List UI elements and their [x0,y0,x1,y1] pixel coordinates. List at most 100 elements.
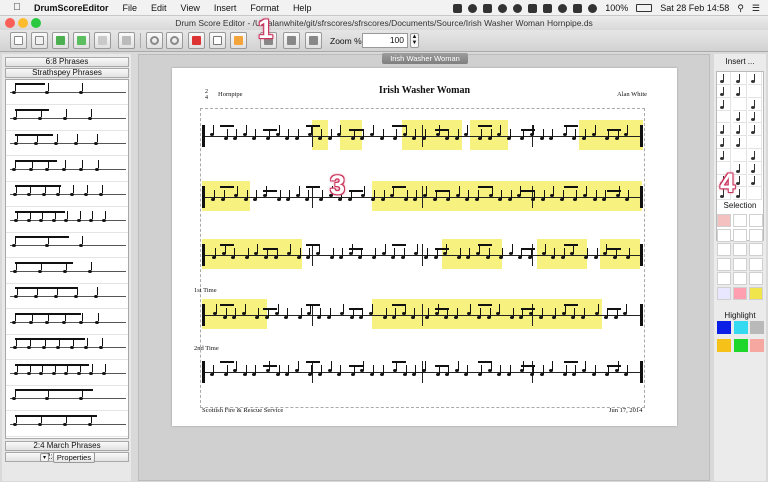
insert-note-icon[interactable] [748,110,762,124]
insert-note-icon[interactable] [717,123,731,137]
menu-insert[interactable]: Insert [214,3,237,13]
undo-button[interactable] [146,32,163,49]
selection-tool-icon[interactable] [717,272,731,285]
selection-tool-icon[interactable] [749,257,763,271]
tray-icon[interactable] [483,3,493,13]
phrase-item[interactable] [6,310,128,335]
sync-icon[interactable] [513,3,523,13]
highlight-region[interactable] [402,120,462,150]
phrase-item[interactable] [6,131,128,156]
save-button[interactable] [52,32,69,49]
minimize-window-button[interactable] [18,18,28,28]
selection-tool-icon[interactable] [717,286,731,300]
strathspey-phrases-button[interactable]: Strathspey Phrases [5,68,129,78]
tray-icon[interactable] [453,3,463,13]
insert-note-icon[interactable] [717,72,731,85]
selection-tool-icon[interactable] [733,272,747,285]
insert-note-icon[interactable] [748,136,762,149]
highlight-region[interactable] [442,239,502,269]
highlight-color-swatch[interactable] [717,339,731,352]
insert-note-icon[interactable] [717,110,731,124]
insert-note-icon[interactable] [732,84,747,98]
notification-center-icon[interactable]: ☰ [752,3,760,14]
document-tab[interactable]: Irish Washer Woman [382,53,468,64]
selection-tool-icon[interactable] [717,214,731,227]
score-system[interactable] [202,239,643,269]
insert-note-icon[interactable] [748,123,762,137]
highlight-color-swatch[interactable] [733,321,748,334]
insert-note-icon[interactable] [748,84,762,98]
highlight-region[interactable] [579,120,643,150]
zoom-stepper[interactable]: ▲ ▼ [410,33,419,48]
phrase-item[interactable] [6,208,128,233]
print-button[interactable] [118,32,135,49]
phrase-item[interactable] [6,80,128,105]
bluetooth-icon[interactable] [573,3,583,13]
menu-file[interactable]: File [123,3,138,13]
highlight-region[interactable] [372,181,642,211]
insert-note-icon[interactable] [732,123,747,137]
selection-tool-icon[interactable] [749,243,763,256]
cut-button[interactable] [188,32,205,49]
battery-icon[interactable] [636,4,653,12]
score-title[interactable]: Irish Washer Woman [172,85,677,96]
score-page[interactable]: Irish Washer Woman 24 Hornpipe Alan Whit… [172,68,677,426]
insert-note-icon[interactable] [732,97,747,111]
score-system[interactable] [202,120,643,150]
tune-type[interactable]: Hornpipe [218,91,243,98]
selection-tool-icon[interactable] [733,286,747,300]
phrase-item[interactable] [6,233,128,258]
highlight-color-swatch[interactable] [750,339,764,352]
phrase-item[interactable] [6,106,128,131]
insert-note-icon[interactable] [748,72,762,85]
phrase-item[interactable] [6,412,128,437]
score-canvas[interactable]: Irish Washer Woman Irish Washer Woman 24… [138,53,710,481]
new-document-button[interactable] [10,32,27,49]
app-menu[interactable]: DrumScoreEditor [34,3,109,13]
tray-icon[interactable] [528,3,538,13]
properties-button[interactable]: Properties [53,452,95,463]
insert-note-icon[interactable] [748,97,762,111]
notification-icon[interactable] [468,3,478,13]
selection-tool-icon[interactable] [717,228,731,242]
insert-note-icon[interactable] [732,136,747,149]
phrase-item[interactable] [6,157,128,182]
selection-tool-icon[interactable] [717,257,731,271]
composer[interactable]: Alan White [617,91,647,98]
first-time-label[interactable]: 1st Time [194,287,217,294]
menu-format[interactable]: Format [250,3,279,13]
insert-note-icon[interactable] [717,136,731,149]
export-button[interactable] [94,32,111,49]
footer-right[interactable]: Jun 17, 2014 [609,407,642,414]
insert-note-icon[interactable] [732,72,747,85]
insert-note-icon[interactable] [717,148,731,162]
dropbox-icon[interactable] [498,3,508,13]
phrase-item[interactable] [6,182,128,207]
zoom-window-button[interactable] [31,18,41,28]
redo-button[interactable] [166,32,183,49]
zoom-input[interactable]: 100 [362,33,408,48]
phrase-list[interactable] [5,79,129,439]
highlight-color-swatch[interactable] [717,321,731,334]
menu-help[interactable]: Help [293,3,312,13]
copy-button[interactable] [209,32,226,49]
highlight-color-swatch[interactable] [733,339,748,352]
highlight-color-swatch[interactable] [750,321,764,334]
apple-icon[interactable]:  [10,2,24,13]
insert-note-icon[interactable] [732,110,747,124]
insert-note-icon[interactable] [748,187,762,201]
selection-tool-icon[interactable] [749,286,763,300]
record-button[interactable] [305,32,322,49]
selection-tool-icon[interactable] [733,228,747,242]
phrase-item[interactable] [6,259,128,284]
stop-button[interactable] [283,32,300,49]
clock[interactable]: Sat 28 Feb 14:58 [660,3,729,13]
second-time-label[interactable]: 2nd Time [194,345,219,352]
score-system[interactable] [202,356,643,386]
selection-tool-icon[interactable] [733,214,747,227]
close-window-button[interactable] [5,18,15,28]
selection-tool-icon[interactable] [733,243,747,256]
insert-note-icon[interactable] [717,97,731,111]
spotlight-icon[interactable]: ⚲ [737,3,744,14]
phrase-item[interactable] [6,361,128,386]
